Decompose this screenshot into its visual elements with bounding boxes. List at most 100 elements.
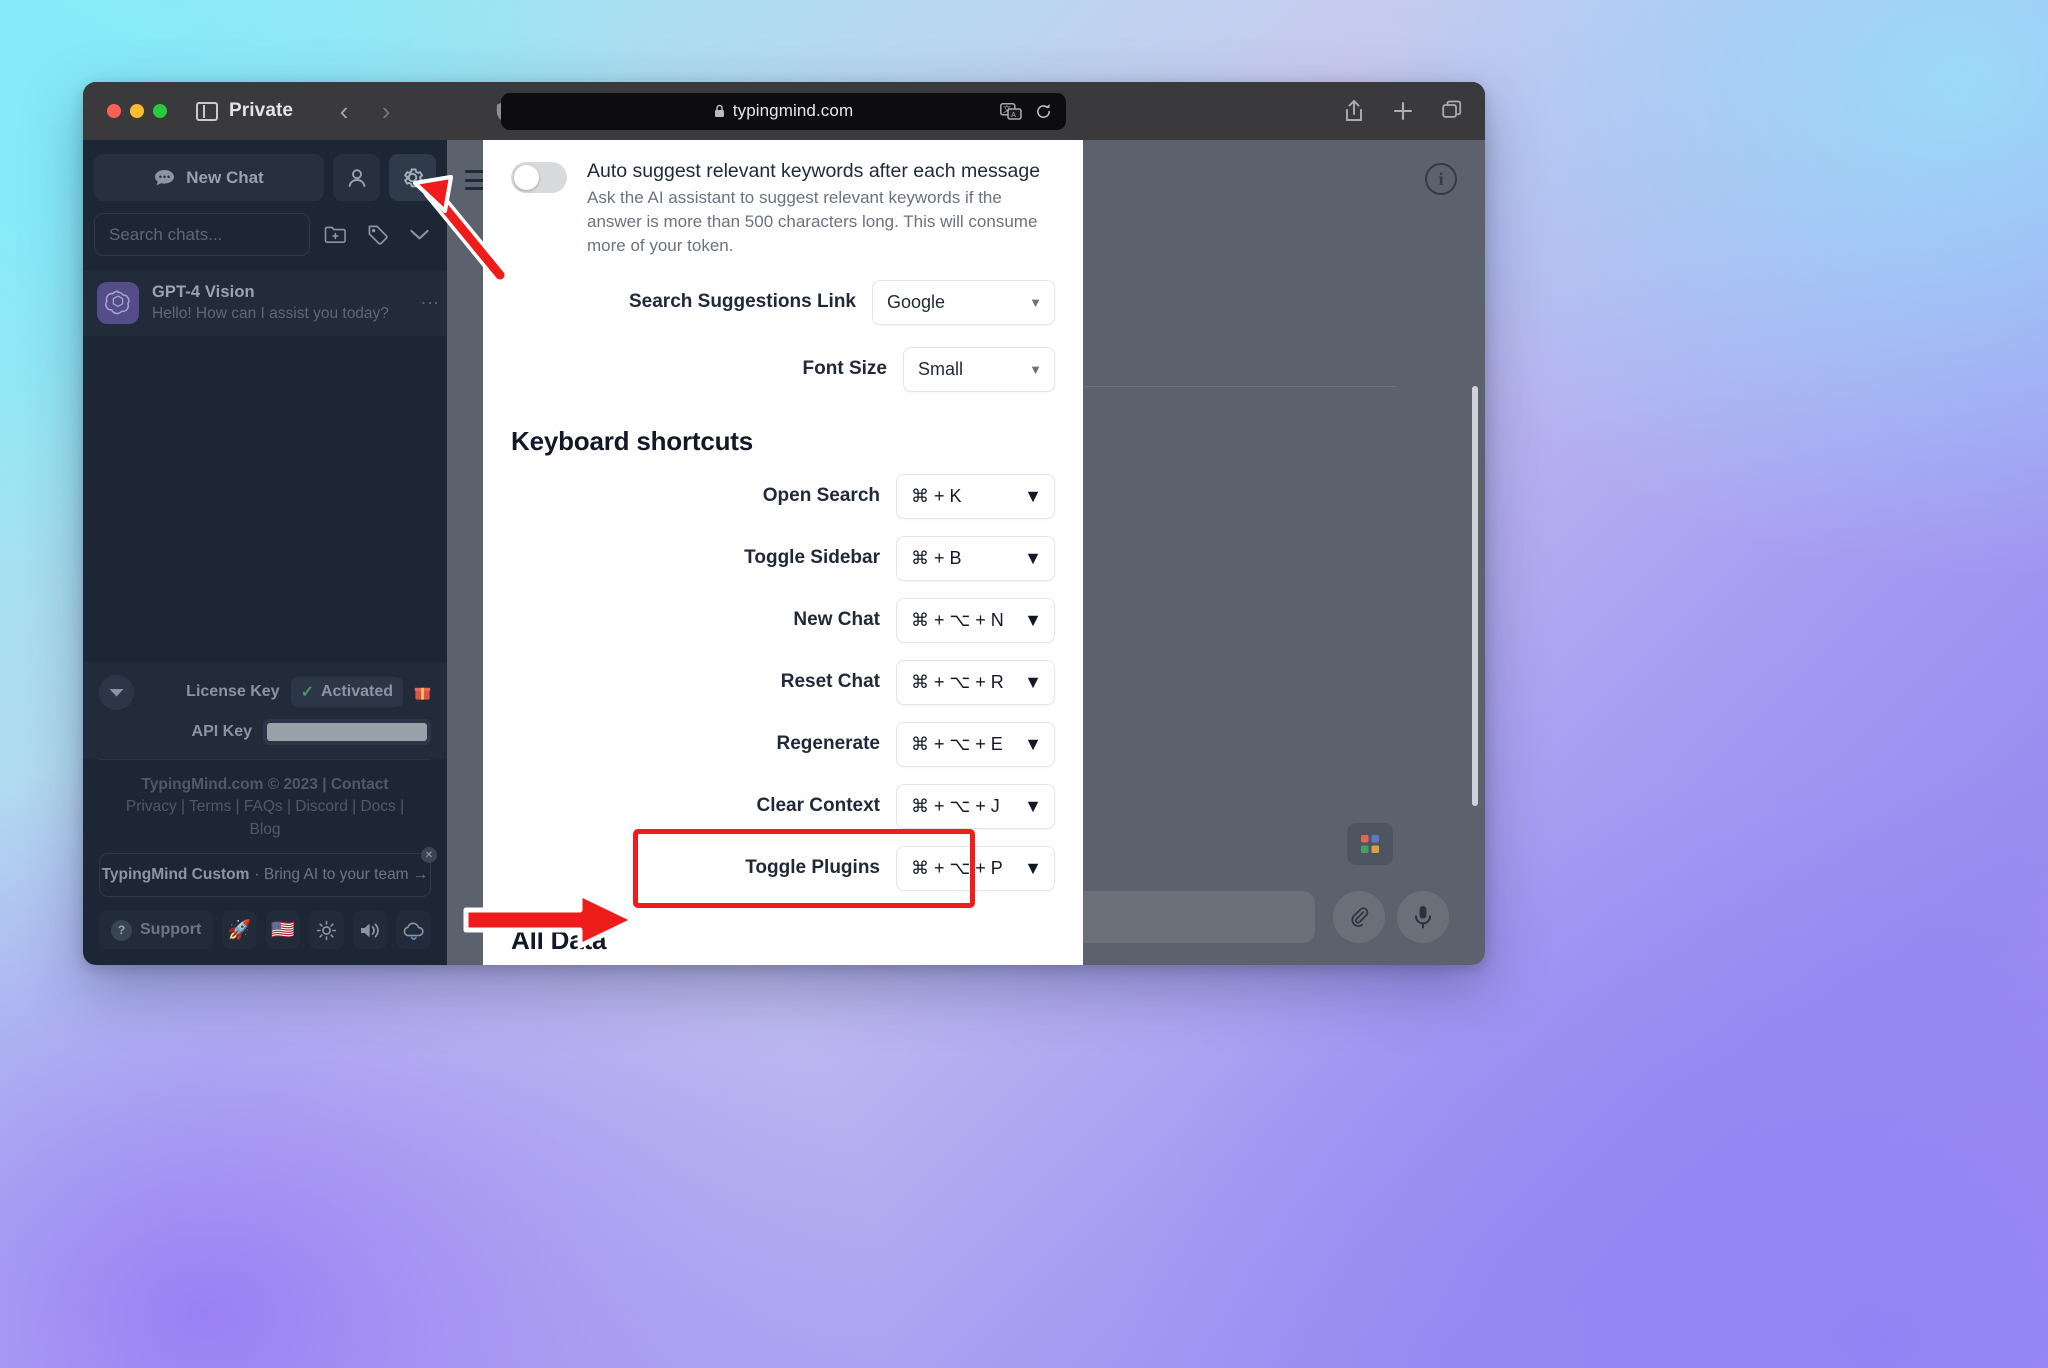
tag-icon (368, 225, 388, 245)
browser-window: Private ‹ › typingmind.com 文 A New Chat … (83, 82, 1485, 965)
search-chats-placeholder: Search chats... (109, 224, 223, 244)
maximize-window-button[interactable] (153, 104, 167, 118)
shortcut-value: ⌘ + ⌥ + N (911, 609, 1004, 630)
font-size-row: Font Size Small ▼ (483, 346, 1083, 392)
translate-icon[interactable]: 文 A (1000, 102, 1022, 120)
address-bar-actions[interactable]: 文 A (1000, 102, 1052, 120)
footer-line-1[interactable]: TypingMind.com © 2023 | Contact (109, 774, 421, 796)
shortcut-value: ⌘ + B (911, 547, 962, 568)
search-suggestions-link-select[interactable]: Google ▼ (872, 279, 1055, 325)
api-key-field[interactable] (263, 718, 431, 745)
collapse-panel-button[interactable] (99, 674, 134, 710)
sidebar-primary-row: New Chat (94, 154, 436, 201)
chat-more-options-icon[interactable]: ⋮ (420, 294, 440, 313)
info-circle-icon[interactable]: i (1425, 163, 1457, 195)
svg-text:A: A (1011, 110, 1016, 119)
license-status-badge[interactable]: ✓ Activated (290, 677, 403, 708)
new-tab-icon[interactable] (1392, 99, 1414, 123)
settings-button[interactable] (389, 154, 436, 201)
shortcut-select[interactable]: ⌘ + ⌥ + N ▼ (896, 597, 1055, 643)
minimize-window-button[interactable] (130, 104, 144, 118)
profile-button[interactable] (333, 154, 380, 201)
new-folder-button[interactable] (319, 218, 352, 251)
shortcut-select[interactable]: ⌘ + K ▼ (896, 473, 1055, 519)
theme-button[interactable] (309, 911, 344, 949)
chevron-down-icon: ▼ (1024, 857, 1042, 878)
reload-icon[interactable] (1035, 103, 1052, 120)
browser-toolbar-right[interactable] (1343, 99, 1463, 123)
chevron-down-icon: ▼ (1024, 795, 1042, 816)
plugins-grid-glyph (1361, 835, 1379, 853)
window-controls[interactable] (107, 104, 167, 118)
font-size-value: Small (918, 358, 964, 379)
shortcut-row-clear-context: Clear Context ⌘ + ⌥ + J ▼ (483, 783, 1083, 829)
chat-list: GPT-4 Vision Hello! How can I assist you… (83, 270, 447, 336)
page-scrollbar[interactable] (1472, 386, 1478, 806)
cloud-sync-icon (403, 922, 424, 940)
chat-title: GPT-4 Vision (152, 283, 255, 301)
license-status-text: Activated (320, 683, 393, 701)
auto-suggest-toggle[interactable] (511, 162, 567, 193)
support-label: Support (140, 921, 202, 938)
microphone-button[interactable] (1397, 891, 1449, 943)
tag-button[interactable] (361, 218, 394, 251)
shortcut-label: Toggle Sidebar (744, 547, 880, 569)
tab-overview-icon[interactable] (1441, 99, 1463, 123)
sidebar-footer-links[interactable]: TypingMind.com © 2023 | Contact Privacy … (99, 758, 431, 841)
whats-new-button[interactable]: 🚀 (222, 911, 257, 949)
shortcut-value: ⌘ + ⌥ + J (911, 795, 1000, 816)
search-suggestions-link-row: Search Suggestions Link Google ▼ (483, 279, 1083, 325)
shortcut-select[interactable]: ⌘ + ⌥ + R ▼ (896, 659, 1055, 705)
shortcut-row-regenerate: Regenerate ⌘ + ⌥ + E ▼ (483, 721, 1083, 767)
close-icon[interactable]: ✕ (421, 847, 437, 863)
sidebar-sort-button[interactable] (403, 218, 436, 251)
shortcut-select[interactable]: ⌘ + ⌥ + J ▼ (896, 783, 1055, 829)
auto-suggest-description: Ask the AI assistant to suggest relevant… (587, 188, 1038, 255)
license-panel: License Key ✓ Activated API Key (83, 661, 447, 759)
check-icon: ✓ (300, 684, 314, 702)
sidebar-toggle-icon[interactable] (196, 101, 218, 121)
shortcut-value: ⌘ + K (911, 485, 962, 506)
address-bar[interactable]: typingmind.com 文 A (501, 92, 1066, 130)
support-button[interactable]: ? Support (99, 911, 214, 949)
all-data-heading: All Data (511, 924, 607, 955)
shortcut-select[interactable]: ⌘ + B ▼ (896, 535, 1055, 581)
shortcut-select[interactable]: ⌘ + ⌥ + P ▼ (896, 845, 1055, 891)
shortcut-value: ⌘ + ⌥ + R (911, 671, 1004, 692)
api-key-label: API Key (191, 722, 252, 740)
footer-line-2[interactable]: Privacy | Terms | FAQs | Discord | Docs … (109, 796, 421, 841)
search-suggestions-link-value: Google (887, 291, 946, 312)
theme-sun-icon (316, 920, 337, 940)
back-button[interactable]: ‹ (329, 98, 359, 124)
question-circle-icon: ? (111, 919, 132, 941)
close-window-button[interactable] (107, 104, 121, 118)
rocket-icon: 🚀 (227, 919, 252, 941)
lock-icon (714, 104, 724, 117)
promo-banner[interactable]: TypingMind Custom · Bring AI to your tea… (99, 847, 437, 897)
new-chat-button[interactable]: New Chat (94, 154, 324, 201)
paperclip-icon (1351, 907, 1369, 927)
volume-icon (361, 923, 379, 937)
chevron-down-icon (410, 229, 429, 240)
gear-icon (404, 168, 424, 188)
gift-icon[interactable] (414, 684, 431, 701)
plugins-grid-icon[interactable] (1347, 823, 1393, 865)
shortcut-label: Open Search (762, 485, 880, 507)
language-button[interactable]: 🇺🇸 (265, 911, 301, 949)
settings-modal-content: Auto suggest relevant keywords after eac… (483, 140, 1083, 965)
shortcut-value: ⌘ + ⌥ + E (911, 733, 1003, 754)
chevron-down-icon: ▼ (1024, 733, 1042, 754)
search-chats-input[interactable]: Search chats... (94, 213, 310, 256)
share-icon[interactable] (1343, 99, 1365, 123)
voice-button[interactable] (352, 911, 388, 949)
shortcut-select[interactable]: ⌘ + ⌥ + E ▼ (896, 721, 1055, 767)
list-item[interactable]: GPT-4 Vision Hello! How can I assist you… (83, 270, 447, 336)
promo-tagline: · Bring AI to your team → (254, 866, 429, 883)
cloud-sync-button[interactable] (396, 911, 431, 949)
forward-button[interactable]: › (371, 98, 401, 124)
attach-button[interactable] (1333, 891, 1385, 943)
font-size-select[interactable]: Small ▼ (903, 346, 1055, 392)
shortcut-row-new-chat: New Chat ⌘ + ⌥ + N ▼ (483, 597, 1083, 643)
sidebar-search-row: Search chats... (94, 213, 436, 256)
